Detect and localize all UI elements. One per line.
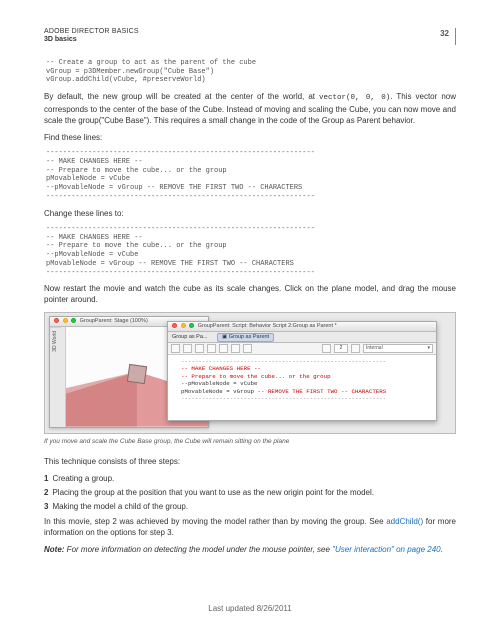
addchild-link[interactable]: addChild() (386, 517, 423, 526)
toolbar-brace-icon[interactable] (195, 344, 204, 353)
paragraph-6: In this movie, step 2 was achieved by mo… (44, 516, 456, 538)
toolbar-uncomment-icon[interactable] (219, 344, 228, 353)
script-toolbar: 2 Internal ▾ (168, 343, 436, 355)
page-number: 32 (440, 28, 449, 45)
paragraph-1: By default, the new group will be create… (44, 91, 456, 126)
toolbar-handler-icon[interactable] (183, 344, 192, 353)
note-paragraph: Note: For more information on detecting … (44, 544, 456, 555)
minimize-icon[interactable] (181, 323, 186, 328)
user-interaction-link[interactable]: "User interaction" on page 240 (332, 545, 440, 554)
para1-vector: vector(0, 0, 0) (319, 94, 390, 102)
tab-chip-label: Group as Parent (229, 334, 269, 340)
paragraph-5: This technique consists of three steps: (44, 456, 456, 467)
code-line-1: -- MAKE CHANGES HERE -- (181, 365, 261, 372)
code-line-4b: -- REMOVE THE FIRST TWO -- CHARACTERS (258, 388, 387, 395)
script-tabstrip: Group as Pa... ▣ Group as Parent (168, 332, 436, 343)
script-window: GroupParent: Script: Behavior Script 2:G… (167, 321, 437, 421)
code-block-2: ----------------------------------------… (46, 149, 456, 202)
stage-tab-3dworld[interactable]: 3D World (50, 327, 61, 355)
toolbar-tool-icon[interactable] (243, 344, 252, 353)
zoom-icon[interactable] (71, 318, 76, 323)
step-2: 2 Placing the group at the position that … (44, 487, 456, 498)
toolbar-lightning-icon[interactable] (171, 344, 180, 353)
paragraph-2: Find these lines: (44, 132, 456, 143)
page-header: ADOBE DIRECTOR BASICS 3D basics 32 (44, 28, 456, 45)
paragraph-4: Now restart the movie and watch the cube… (44, 283, 456, 305)
section-title: 3D basics (44, 36, 139, 44)
figure-screenshot: GroupParent: Stage (100%) 3D World Group… (44, 312, 456, 434)
toolbar-alpha-icon[interactable] (231, 344, 240, 353)
note-label: Note: (44, 545, 64, 554)
note-a: For more information on detecting the mo… (64, 545, 332, 554)
close-icon[interactable] (54, 318, 59, 323)
sep: ----------------------------------------… (174, 395, 386, 402)
header-left: ADOBE DIRECTOR BASICS 3D basics (44, 28, 139, 45)
toolbar-comment-icon[interactable] (207, 344, 216, 353)
script-titlebar: GroupParent: Script: Behavior Script 2:G… (168, 322, 436, 332)
note-b: . (441, 545, 443, 554)
para6-a: In this movie, step 2 was achieved by mo… (44, 517, 386, 526)
code-line-2: -- Prepare to move the cube... or the gr… (181, 373, 331, 380)
code-block-1: -- Create a group to act as the parent o… (46, 59, 456, 85)
castlib-combo[interactable]: Internal ▾ (363, 344, 433, 353)
traffic-lights (54, 318, 78, 326)
para1-a: By default, the new group will be create… (44, 92, 319, 101)
page-footer: Last updated 8/26/2011 (44, 603, 456, 614)
step-text: Creating a group. (52, 474, 114, 483)
code-block-3: ----------------------------------------… (46, 225, 456, 278)
combo-value: Internal (366, 345, 383, 352)
step-text: Making the model a child of the group. (52, 502, 188, 511)
script-title: GroupParent: Script: Behavior Script 2:G… (198, 323, 337, 329)
step-text: Placing the group at the position that y… (52, 488, 374, 497)
stage-title: GroupParent: Stage (100%) (80, 318, 148, 324)
cube-model (127, 363, 147, 383)
script-editor[interactable]: ----------------------------------------… (168, 355, 436, 406)
minimize-icon[interactable] (63, 318, 68, 323)
step-3: 3 Making the model a child of the group. (44, 501, 456, 512)
step-num: 2 (44, 488, 48, 497)
next-cast-icon[interactable] (351, 344, 360, 353)
script-tab[interactable]: Group as Pa... (172, 334, 207, 340)
stage-side-tabs: 3D World (50, 327, 66, 427)
close-icon[interactable] (172, 323, 177, 328)
doc-title: ADOBE DIRECTOR BASICS (44, 28, 139, 36)
prev-cast-icon[interactable] (322, 344, 331, 353)
figure-caption: If you move and scale the Cube Base grou… (44, 437, 456, 446)
step-num: 1 (44, 474, 48, 483)
code-line-3a: -- (181, 380, 188, 387)
step-1: 1 Creating a group. (44, 473, 456, 484)
castnum-field[interactable]: 2 (334, 344, 348, 353)
step-num: 3 (44, 502, 48, 511)
script-tab-chip[interactable]: ▣ Group as Parent (217, 333, 274, 343)
paragraph-3: Change these lines to: (44, 208, 456, 219)
traffic-lights (172, 323, 196, 331)
code-line-3b: pMovableNode = vCube (188, 380, 258, 387)
sep: ----------------------------------------… (174, 358, 386, 365)
chevron-down-icon: ▾ (427, 345, 430, 352)
zoom-icon[interactable] (189, 323, 194, 328)
code-line-4a: pMovableNode = vGroup (181, 388, 258, 395)
